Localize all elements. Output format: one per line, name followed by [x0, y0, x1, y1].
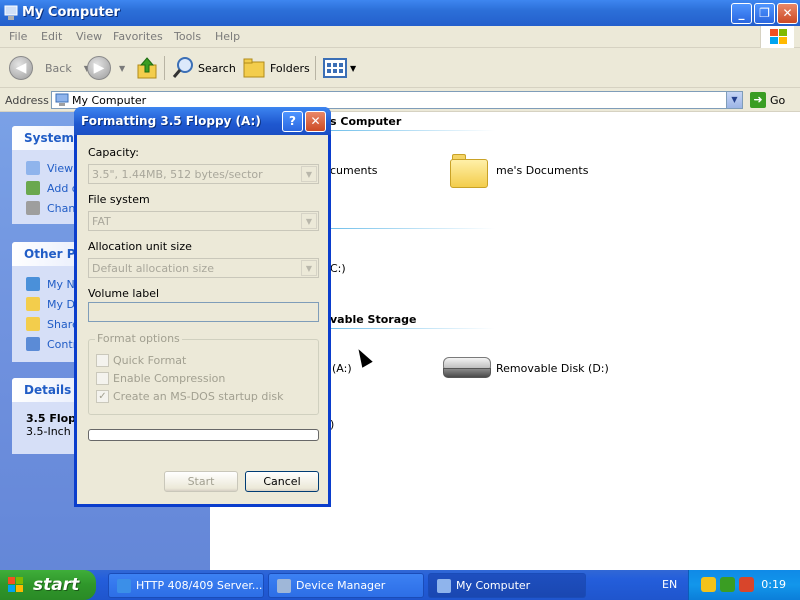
search-icon [172, 57, 193, 78]
toolbar: ◀ Back ▼ ▶ ▼ Search Folders ▼ [0, 48, 800, 88]
menu-help[interactable]: Help [215, 30, 240, 43]
window-title: My Computer [22, 5, 120, 20]
menu-bar: File Edit View Favorites Tools Help [0, 26, 800, 48]
chevron-down-icon: ▼ [350, 63, 357, 73]
address-dropdown-button[interactable]: ▼ [726, 92, 742, 108]
menu-view[interactable]: View [76, 30, 102, 43]
go-arrow-icon: ➜ [750, 92, 766, 108]
taskbar-item-device-manager[interactable]: Device Manager [268, 573, 424, 598]
menu-file[interactable]: File [9, 30, 27, 43]
menu-favorites[interactable]: Favorites [113, 30, 163, 43]
windows-flag-icon [8, 577, 23, 592]
clock: 0:19 [761, 578, 786, 591]
network-icon [26, 277, 40, 291]
help-button[interactable]: ? [282, 111, 303, 132]
internet-explorer-icon [117, 578, 131, 593]
close-button[interactable]: ✕ [777, 3, 798, 24]
views-button[interactable]: ▼ [323, 54, 356, 82]
address-label: Address [5, 94, 49, 107]
folder-icon[interactable] [450, 154, 488, 188]
safely-remove-icon[interactable] [720, 577, 735, 592]
window-titlebar[interactable]: My Computer _ ❐ ✕ [0, 0, 800, 26]
security-shield-icon[interactable] [701, 577, 716, 592]
volume-label-input[interactable] [88, 302, 319, 322]
up-folder-icon [137, 57, 157, 79]
device-manager-icon [277, 578, 291, 593]
maximize-button[interactable]: ❐ [754, 3, 775, 24]
filesystem-label: File system [88, 193, 150, 206]
allocation-select[interactable]: Default allocation size ▼ [88, 258, 319, 278]
enable-compression-checkbox[interactable]: Enable Compression [96, 372, 225, 385]
chevron-down-icon: ▼ [301, 166, 317, 182]
windows-logo-icon [760, 26, 794, 48]
dialog-titlebar[interactable]: Formatting 3.5 Floppy (A:) ? ✕ [74, 107, 331, 135]
shared-folder-icon [26, 317, 40, 331]
removable-disk-d-item[interactable]: Removable Disk (D:) [496, 362, 609, 375]
back-button[interactable]: ◀ Back ▼ [9, 54, 90, 82]
taskbar-item-my-computer[interactable]: My Computer [428, 573, 586, 598]
volume-label-label: Volume label [88, 287, 160, 300]
start-button-taskbar[interactable]: start [0, 570, 96, 600]
chevron-down-icon: ▼ [301, 213, 317, 229]
system-info-icon [26, 161, 40, 175]
my-computer-icon [55, 93, 69, 106]
security-alert-icon[interactable] [739, 577, 754, 592]
dialog-title: Formatting 3.5 Floppy (A:) [81, 114, 261, 128]
taskbar: start HTTP 408/409 Server... Device Mana… [0, 570, 800, 600]
filesystem-select[interactable]: FAT ▼ [88, 211, 319, 231]
documents-icon [26, 297, 40, 311]
up-folder-button[interactable] [136, 54, 158, 82]
group-header-files: s Computer [330, 115, 402, 128]
my-computer-icon [437, 578, 451, 593]
format-progress-bar [88, 429, 319, 441]
language-indicator[interactable]: EN [662, 578, 677, 591]
chevron-down-icon: ▼ [301, 260, 317, 276]
system-tray: 0:19 [688, 570, 800, 600]
check-icon: ✓ [96, 390, 109, 403]
folders-button[interactable]: Folders [243, 54, 310, 82]
allocation-label: Allocation unit size [88, 240, 192, 253]
start-button[interactable]: Start [164, 471, 238, 492]
format-dialog: Formatting 3.5 Floppy (A:) ? ✕ Capacity:… [74, 107, 331, 507]
removable-disk-icon[interactable] [443, 357, 491, 381]
menu-edit[interactable]: Edit [41, 30, 62, 43]
chevron-down-icon: ▼ [119, 63, 126, 73]
format-options-group: Format options Quick Format Enable Compr… [88, 332, 319, 415]
control-icon [26, 201, 40, 215]
shared-documents-item[interactable]: cuments [330, 164, 378, 177]
dialog-close-button[interactable]: ✕ [305, 111, 326, 132]
floppy-a-item[interactable]: (A:) [332, 362, 352, 375]
capacity-label: Capacity: [88, 146, 139, 159]
control-panel-icon [26, 337, 40, 351]
cancel-button[interactable]: Cancel [245, 471, 319, 492]
forward-button[interactable]: ▶ ▼ [87, 54, 125, 82]
minimize-button[interactable]: _ [731, 3, 752, 24]
menu-tools[interactable]: Tools [174, 30, 201, 43]
group-header-removable: vable Storage [330, 313, 417, 326]
folders-icon [243, 58, 265, 78]
taskbar-item-http[interactable]: HTTP 408/409 Server... [108, 573, 264, 598]
my-computer-icon [4, 5, 18, 20]
user-documents-item[interactable]: me's Documents [496, 164, 588, 177]
forward-arrow-icon: ▶ [87, 56, 111, 80]
go-button[interactable]: ➜ Go [750, 92, 785, 108]
back-arrow-icon: ◀ [9, 56, 33, 80]
views-icon [323, 58, 347, 78]
msdos-startup-checkbox[interactable]: ✓ Create an MS-DOS startup disk [96, 390, 284, 403]
capacity-select[interactable]: 3.5", 1.44MB, 512 bytes/sector ▼ [88, 164, 319, 184]
programs-icon [26, 181, 40, 195]
local-disk-c-item[interactable]: C:) [330, 262, 346, 275]
search-button[interactable]: Search [171, 54, 236, 82]
format-options-label: Format options [95, 332, 182, 345]
quick-format-checkbox[interactable]: Quick Format [96, 354, 186, 367]
